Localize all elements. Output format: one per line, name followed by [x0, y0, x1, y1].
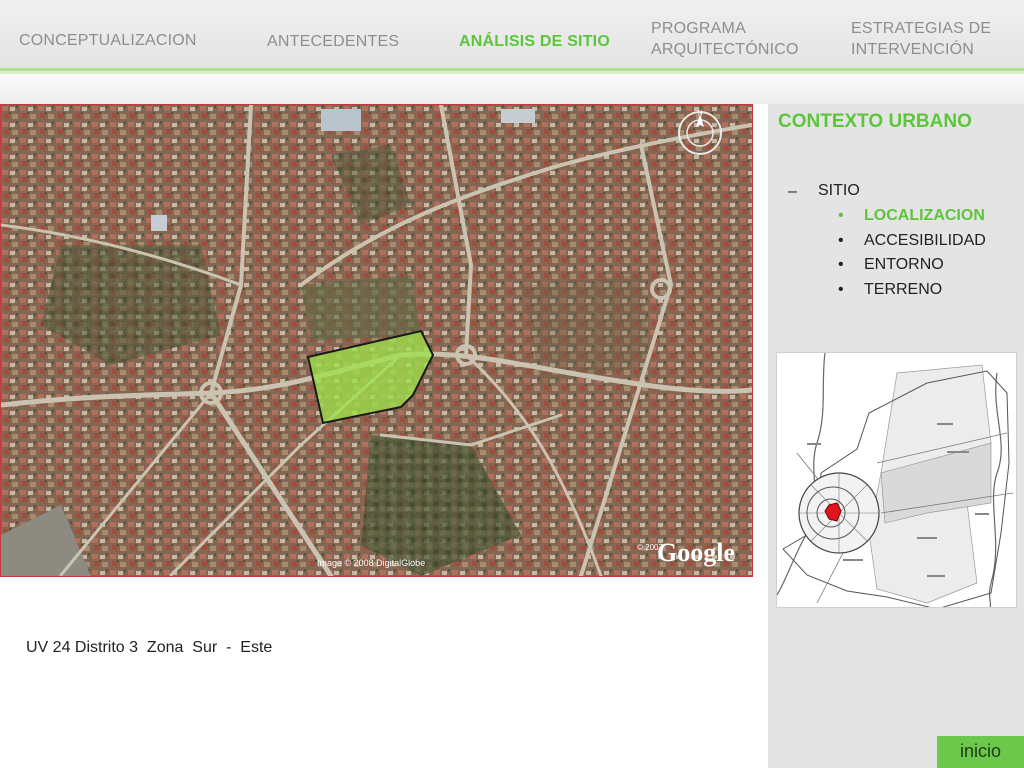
top-navigation: CONCEPTUALIZACION ANTECEDENTES ANÁLISIS … — [0, 0, 1024, 72]
nav-programa-arquitectonico[interactable]: PROGRAMA ARQUITECTÓNICO — [651, 18, 799, 60]
sidebar-item-entorno[interactable]: • ENTORNO — [838, 256, 944, 274]
nav-analisis-de-sitio[interactable]: ANÁLISIS DE SITIO — [459, 31, 610, 52]
sidebar-item-label: TERRENO — [864, 281, 943, 298]
sidebar-item-label: LOCALIZACION — [864, 207, 985, 224]
nav-estrategias-line1: ESTRATEGIAS DE — [851, 20, 992, 37]
nav-programa-line2: ARQUITECTÓNICO — [651, 41, 799, 58]
inicio-button[interactable]: inicio — [937, 736, 1024, 768]
nav-programa-line1: PROGRAMA — [651, 20, 746, 37]
sidebar-item-label: ACCESIBILIDAD — [864, 232, 986, 249]
nav-estrategias-de-intervencion[interactable]: ESTRATEGIAS DE INTERVENCIÓN — [851, 18, 991, 60]
nav-conceptualizacion[interactable]: CONCEPTUALIZACION — [19, 30, 197, 51]
nav-antecedentes[interactable]: ANTECEDENTES — [267, 31, 399, 52]
section-title: CONTEXTO URBANO — [778, 111, 972, 132]
district-map-inset — [776, 352, 1017, 608]
nav-estrategias-line2: INTERVENCIÓN — [851, 41, 975, 58]
bullet-icon: • — [838, 281, 844, 298]
section-sitio: SITIO — [818, 182, 860, 199]
bullet-icon: • — [838, 207, 844, 224]
satellite-image: N Image © 2008 DigitalGlobe © 2007 Googl… — [0, 104, 753, 577]
section-dash: – — [788, 183, 797, 200]
sidebar-item-label: ENTORNO — [864, 256, 944, 273]
sidebar-item-localizacion[interactable]: • LOCALIZACION — [838, 207, 985, 225]
bullet-icon: • — [838, 232, 844, 249]
bullet-icon: • — [838, 256, 844, 273]
sidebar-item-terreno[interactable]: • TERRENO — [838, 281, 942, 299]
district-map — [777, 353, 1014, 607]
nav-divider — [0, 68, 1024, 71]
image-credit: Image © 2008 DigitalGlobe — [317, 558, 425, 568]
nav-divider-light — [0, 72, 1024, 74]
sidebar-item-accesibilidad[interactable]: • ACCESIBILIDAD — [838, 232, 986, 250]
location-caption: UV 24 Distrito 3 Zona Sur - Este — [26, 639, 273, 656]
svg-text:N: N — [697, 110, 702, 117]
google-logo: Google — [657, 538, 735, 567]
sub-band — [0, 76, 1024, 104]
satellite-view: N Image © 2008 DigitalGlobe © 2007 Googl… — [1, 105, 752, 576]
